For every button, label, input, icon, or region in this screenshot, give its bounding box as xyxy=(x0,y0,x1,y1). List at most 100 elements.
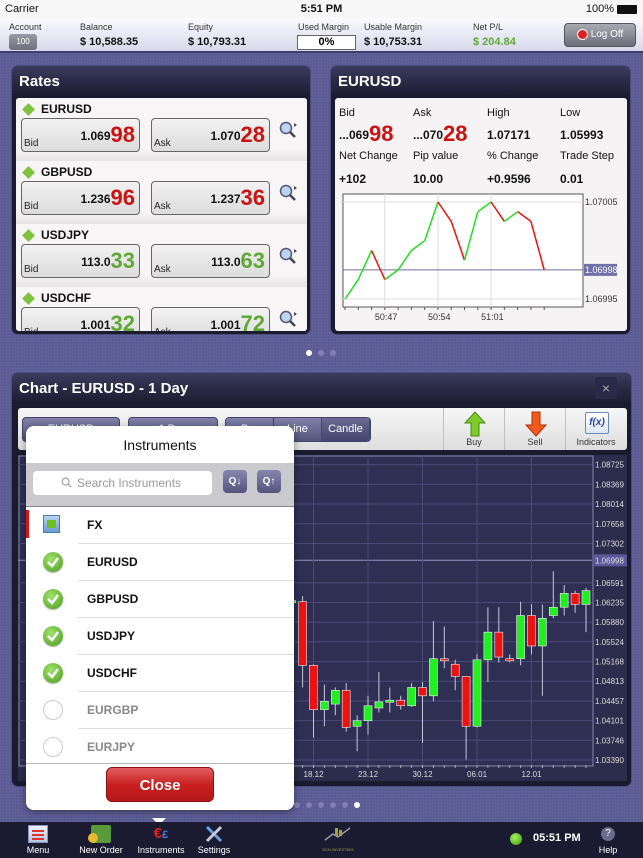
account-bar: Account 100 Balance $ 10,588.35 Equity $… xyxy=(0,18,643,53)
group-fx[interactable]: FX xyxy=(26,507,294,544)
checkmark-icon[interactable] xyxy=(43,663,63,683)
bid-button[interactable]: Bid 1.06998 xyxy=(21,118,140,152)
tab-settings[interactable]: Settings xyxy=(193,822,235,858)
tick-chart[interactable]: 50:47 50:54 51:01 1.07005 1.06998 1.06995 xyxy=(338,191,625,328)
equity-value: $ 10,793.31 xyxy=(188,36,247,48)
detail-ask-prefix: ...070 xyxy=(413,128,444,142)
magnify-details-icon[interactable] xyxy=(278,120,298,140)
magnify-details-icon[interactable] xyxy=(278,246,298,266)
tab-settings-label: Settings xyxy=(197,845,231,855)
y-axis-label: 1.08369 xyxy=(595,480,624,489)
ask-button[interactable]: Ask 1.07028 xyxy=(151,118,270,152)
ask-price: 1.00172 xyxy=(210,311,265,331)
close-popover-button[interactable]: Close xyxy=(106,767,214,802)
sell-button[interactable]: Sell xyxy=(504,408,565,450)
checkmark-icon[interactable] xyxy=(43,552,63,572)
trade-step-value: 0.01 xyxy=(560,172,584,186)
bid-pips: 33 xyxy=(110,248,135,273)
top-page-indicator[interactable] xyxy=(306,350,336,356)
ask-prefix: 113.0 xyxy=(211,255,241,269)
page-dot[interactable] xyxy=(330,350,336,356)
bottom-page-indicator[interactable] xyxy=(294,802,360,808)
page-dot[interactable] xyxy=(330,802,336,808)
close-chart-button[interactable]: × xyxy=(595,377,617,399)
connection-status-icon xyxy=(510,833,522,845)
bullish-candle xyxy=(538,618,547,647)
indicators-button[interactable]: f(x) Indicators xyxy=(565,408,626,450)
tab-menu[interactable]: Menu xyxy=(18,822,58,858)
unchecked-circle-icon[interactable] xyxy=(43,700,63,720)
rate-row[interactable]: GBPUSD Bid 1.23696 Ask 1.23736 xyxy=(16,161,307,224)
x-axis-label: 30.12 xyxy=(413,770,434,779)
page-dot[interactable] xyxy=(318,802,324,808)
instrument-list-item[interactable]: EURUSD xyxy=(26,544,294,581)
pct-change-value: +0.9596 xyxy=(487,172,531,186)
ask-pips: 36 xyxy=(240,185,265,210)
instrument-list-item[interactable]: EURJPY xyxy=(26,729,294,766)
page-dot[interactable] xyxy=(318,350,324,356)
instruments-popover: Instruments Search Instruments Q↓ Q↑ FX … xyxy=(26,426,294,810)
log-off-button[interactable]: Log Off xyxy=(564,23,636,47)
net-pl-label: Net P/L xyxy=(473,22,504,32)
bullish-candle xyxy=(363,705,373,722)
function-icon: f(x) xyxy=(585,412,609,434)
y-axis-label: 1.05524 xyxy=(595,638,624,647)
ask-price: 113.063 xyxy=(211,248,265,274)
bid-button[interactable]: Bid 1.00132 xyxy=(21,307,140,331)
instrument-list: FX EURUSD GBPUSD USDJPY USDCHF EURGBP EU… xyxy=(26,506,294,766)
page-dot[interactable] xyxy=(294,802,300,808)
rate-row[interactable]: EURUSD Bid 1.06998 Ask 1.07028 xyxy=(16,98,307,161)
bearish-candle xyxy=(418,687,427,697)
account-selector[interactable]: 100 xyxy=(9,34,37,50)
bearish-candle xyxy=(341,689,351,728)
log-off-label: Log Off xyxy=(590,29,624,40)
sort-ascending-button[interactable]: Q↑ xyxy=(257,470,281,493)
buy-arrow-icon xyxy=(464,411,486,437)
detail-high-label: High xyxy=(487,107,510,119)
unchecked-circle-icon[interactable] xyxy=(43,737,63,757)
instrument-name: USDCHF xyxy=(87,666,137,680)
checkmark-icon[interactable] xyxy=(43,626,63,646)
x-axis-label: 12.01 xyxy=(522,770,543,779)
page-dot[interactable] xyxy=(342,802,348,808)
bid-pips: 96 xyxy=(110,185,135,210)
tick-x-label: 50:47 xyxy=(375,312,398,322)
ask-button[interactable]: Ask 1.23736 xyxy=(151,181,270,215)
bullish-candle xyxy=(320,701,329,710)
rate-symbol: USDJPY xyxy=(41,228,90,242)
ask-button[interactable]: Ask 113.063 xyxy=(151,244,270,278)
instrument-list-item[interactable]: EURGBP xyxy=(26,692,294,729)
net-change-label: Net Change xyxy=(339,150,398,162)
detail-title: EURUSD xyxy=(338,73,402,90)
tab-help[interactable]: ? Help xyxy=(587,822,629,858)
sort-descending-button[interactable]: Q↓ xyxy=(223,470,247,493)
chart-type-candle[interactable]: Candle xyxy=(322,418,370,441)
checkmark-icon[interactable] xyxy=(43,589,63,609)
instrument-list-item[interactable]: GBPUSD xyxy=(26,581,294,618)
tab-new-order[interactable]: New Order xyxy=(76,822,126,858)
equity-label: Equity xyxy=(188,22,214,32)
rate-row[interactable]: USDJPY Bid 113.033 Ask 113.063 xyxy=(16,224,307,287)
rate-symbol: GBPUSD xyxy=(41,165,93,179)
bid-button[interactable]: Bid 113.033 xyxy=(21,244,140,278)
buy-button[interactable]: Buy xyxy=(443,408,504,450)
magnify-details-icon[interactable] xyxy=(278,309,298,329)
y-axis-label: 1.05880 xyxy=(595,618,624,627)
x-axis-label: 23.12 xyxy=(358,770,379,779)
search-instruments-input[interactable]: Search Instruments xyxy=(33,471,212,495)
instrument-name: GBPUSD xyxy=(87,592,139,606)
bullish-candle xyxy=(581,590,591,605)
instrument-name: USDJPY xyxy=(87,629,136,643)
magnify-details-icon[interactable] xyxy=(278,183,298,203)
bid-label: Bid xyxy=(24,201,39,212)
status-diamond-icon xyxy=(22,292,35,305)
ask-button[interactable]: Ask 1.00172 xyxy=(151,307,270,331)
page-dot[interactable] xyxy=(306,350,312,356)
instrument-list-item[interactable]: USDJPY xyxy=(26,618,294,655)
tab-instruments[interactable]: €£ Instruments xyxy=(134,822,188,858)
page-dot[interactable] xyxy=(354,802,360,808)
instrument-list-item[interactable]: USDCHF xyxy=(26,655,294,692)
bid-button[interactable]: Bid 1.23696 xyxy=(21,181,140,215)
rate-row[interactable]: USDCHF Bid 1.00132 Ask 1.00172 xyxy=(16,287,307,331)
page-dot[interactable] xyxy=(306,802,312,808)
